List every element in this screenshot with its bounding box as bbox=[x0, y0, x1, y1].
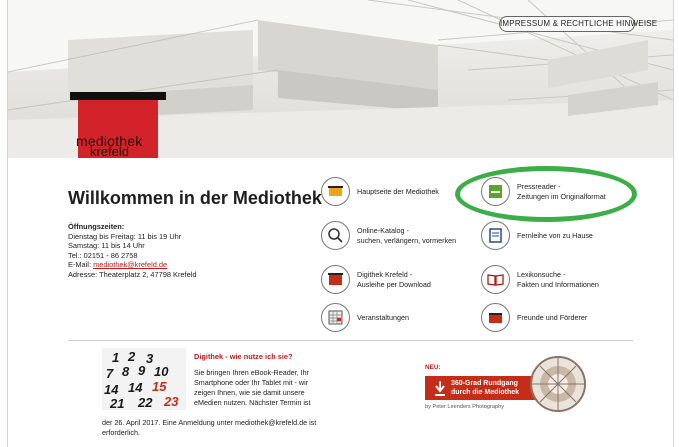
email-link[interactable]: mediothek@krefeld.de bbox=[93, 260, 167, 269]
email-label: E-Mail: bbox=[68, 260, 94, 270]
calendar-photo: 123 7 8 9 10 14 14 15 21 22 23 bbox=[102, 348, 186, 410]
book-pages-icon bbox=[481, 221, 510, 250]
panorama-thumbnail[interactable] bbox=[530, 356, 586, 412]
logo-text-krefeld: krefeld bbox=[90, 144, 130, 158]
phone-number: Tel.: 02151 - 86 2758 bbox=[68, 250, 138, 260]
download-arrow-icon bbox=[435, 381, 445, 396]
tour-banner-text: 360-Grad Rundgang durch die Mediothek bbox=[451, 379, 519, 397]
neu-label: NEU: bbox=[425, 364, 441, 371]
open-book-icon bbox=[481, 265, 510, 294]
news-body: Sie bringen Ihren eBook-Reader, Ihr Smar… bbox=[194, 368, 311, 407]
logo-top-bar bbox=[70, 92, 166, 100]
friends-logo-icon bbox=[481, 303, 510, 332]
tile-online-katalog-line2: suchen, verlängern, vormerken bbox=[357, 235, 457, 245]
tile-pressreader-label: Pressreader - Zeitungen im Originalforma… bbox=[517, 182, 606, 201]
tile-lexikonsuche-line2: Fakten und Informationen bbox=[517, 279, 599, 289]
tile-lexikonsuche-label: Lexikonsuche - Fakten und Informationen bbox=[517, 270, 599, 289]
calendar-grid-icon bbox=[321, 303, 350, 332]
hours-weekdays: Dienstag bis Freitag: 11 bis 19 Uhr bbox=[68, 231, 182, 241]
hours-heading: Öffnungszeiten: bbox=[68, 222, 125, 231]
pressreader-icon bbox=[481, 177, 510, 206]
news-body-continued: der 26. April 2017. Eine Anmeldung unter… bbox=[102, 418, 317, 437]
tour-banner-line1: 360-Grad Rundgang bbox=[451, 380, 518, 387]
tile-digithek-label: Digithek Krefeld - Ausleihe per Download bbox=[357, 270, 431, 289]
opening-hours: Öffnungszeiten: Dienstag bis Freitag: 11… bbox=[68, 222, 196, 280]
tile-digithek-line1: Digithek Krefeld - bbox=[357, 270, 413, 279]
tile-lexikonsuche-line1: Lexikonsuche - bbox=[517, 270, 566, 279]
page-title: Willkommen in der Mediothek bbox=[68, 188, 322, 208]
page: IMPRESSUM & RECHTLICHE HINWEISE mediothe… bbox=[7, 0, 674, 447]
tile-online-katalog-label: Online-Katalog - suchen, verlängern, vor… bbox=[357, 226, 456, 245]
news-title[interactable]: Digithek - wie nutze ich sie? bbox=[194, 352, 293, 361]
address: Adresse: Theaterplatz 2, 47798 Krefeld bbox=[68, 269, 197, 279]
photo-credit: by Peter Leenders Photography bbox=[425, 404, 504, 410]
tile-online-katalog-line1: Online-Katalog - bbox=[357, 226, 409, 235]
header-banner: IMPRESSUM & RECHTLICHE HINWEISE mediothe… bbox=[8, 0, 673, 158]
impressum-link[interactable]: IMPRESSUM & RECHTLICHE HINWEISE bbox=[499, 16, 657, 32]
tile-freunde-label: Freunde und Förderer bbox=[517, 313, 588, 322]
tour-banner[interactable]: 360-Grad Rundgang durch die Mediothek bbox=[425, 376, 547, 400]
magnifier-icon bbox=[321, 221, 350, 250]
tile-pressreader-line1: Pressreader - bbox=[517, 182, 561, 191]
tile-veranstaltungen-label: Veranstaltungen bbox=[357, 313, 409, 322]
mediothek-logo-icon bbox=[321, 177, 350, 206]
email-line: E-Mail: mediothek@krefeld.de bbox=[68, 260, 196, 270]
mediothek-logo[interactable]: mediothek krefeld bbox=[70, 92, 166, 158]
section-divider bbox=[68, 340, 633, 341]
digithek-icon bbox=[321, 265, 350, 294]
tour-banner-line2: durch die Mediothek bbox=[451, 389, 520, 396]
tile-hauptseite-label: Hauptseite der Mediothek bbox=[357, 187, 439, 196]
tile-pressreader-line2: Zeitungen im Originalformat bbox=[517, 191, 606, 201]
tile-fernleihe-label: Fernleihe von zu Hause bbox=[517, 231, 593, 240]
hours-saturday: Samstag: 11 bis 14 Uhr bbox=[68, 241, 145, 251]
tile-digithek-line2: Ausleihe per Download bbox=[357, 279, 431, 289]
